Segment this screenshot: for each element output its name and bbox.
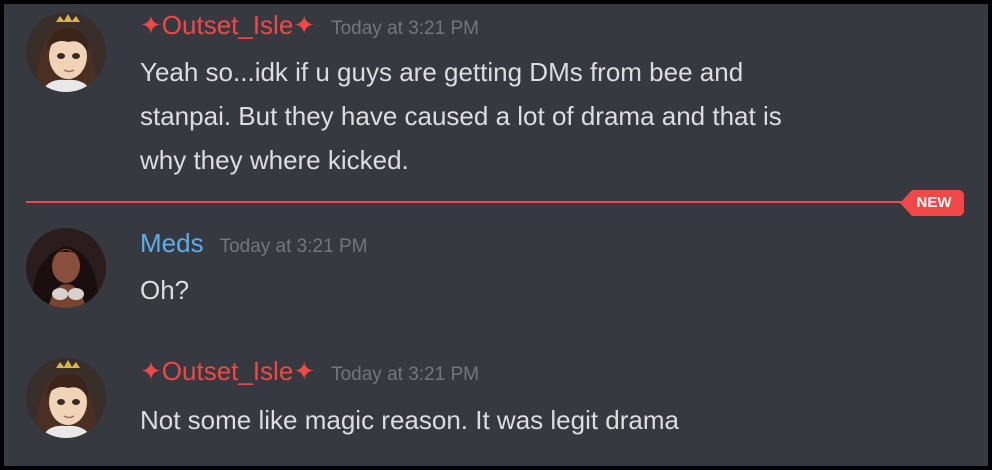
message-line: stanpai. But they have caused a lot of d… xyxy=(140,101,782,131)
message-content: Yeah so...idk if u guys are getting DMs … xyxy=(140,50,940,182)
message-item[interactable]: Meds Today at 3:21 PM Oh? xyxy=(4,218,988,328)
username[interactable]: ✦Outset_Isle✦ xyxy=(140,356,315,387)
new-messages-divider xyxy=(26,201,906,203)
timestamp: Today at 3:21 PM xyxy=(331,18,479,39)
dark-portrait-avatar-icon xyxy=(26,228,106,308)
new-badge: NEW xyxy=(900,190,964,216)
username[interactable]: ✦Outset_Isle✦ xyxy=(140,10,315,41)
message-item[interactable]: ✦Outset_Isle✦ Today at 3:21 PM Not some … xyxy=(4,350,988,460)
message-line: Oh? xyxy=(140,275,190,305)
message-content: Oh? xyxy=(140,268,940,312)
message-line: Not some like magic reason. It was legit… xyxy=(140,405,679,435)
anime-avatar-crown-icon xyxy=(26,358,106,438)
message-content: Not some like magic reason. It was legit… xyxy=(140,398,940,442)
avatar[interactable] xyxy=(26,12,106,92)
message-item[interactable]: ✦Outset_Isle✦ Today at 3:21 PM Yeah so..… xyxy=(4,4,988,189)
message-line: Yeah so...idk if u guys are getting DMs … xyxy=(140,57,744,87)
message-line: why they where kicked. xyxy=(140,145,409,175)
anime-avatar-crown-icon xyxy=(26,12,106,92)
avatar[interactable] xyxy=(26,358,106,438)
avatar[interactable] xyxy=(26,228,106,308)
username[interactable]: Meds xyxy=(140,228,204,259)
chat-message-list: ✦Outset_Isle✦ Today at 3:21 PM Yeah so..… xyxy=(4,4,988,466)
timestamp: Today at 3:21 PM xyxy=(219,236,368,257)
timestamp: Today at 3:21 PM xyxy=(331,364,479,385)
